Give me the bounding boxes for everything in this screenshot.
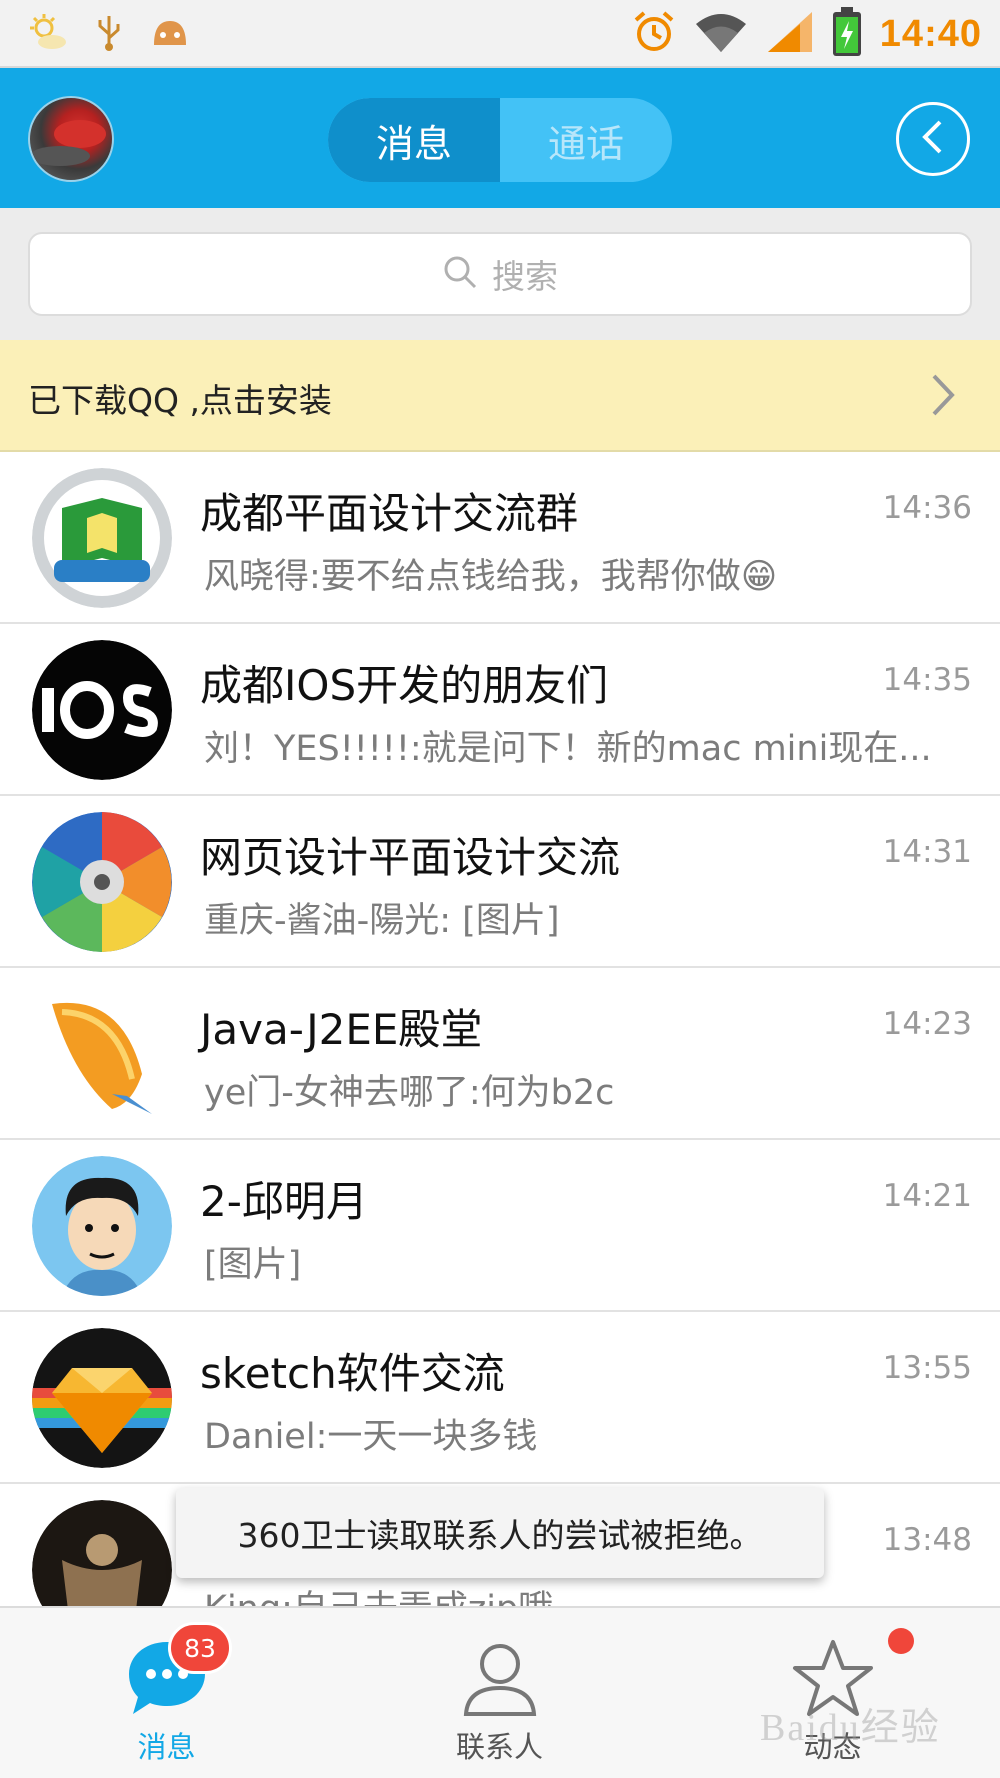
conversation-preview: 风晓得:要不给点钱给我，我帮你做😁: [204, 557, 778, 597]
install-qq-banner[interactable]: 已下载QQ ,点击安装: [0, 340, 1000, 452]
status-bar: 14:40: [0, 0, 1000, 68]
conversation-title: Java-J2EE殿堂: [200, 1005, 483, 1054]
chevron-right-icon: [928, 370, 958, 424]
nav-label: 消息: [137, 1730, 196, 1764]
wifi-icon: [694, 10, 748, 58]
conversation-title: sketch软件交流: [200, 1349, 505, 1398]
new-activity-dot: [888, 1628, 914, 1654]
group-avatar: [32, 640, 172, 780]
signal-icon: [766, 10, 814, 58]
unread-badge: 83: [168, 1622, 232, 1674]
search-area: 搜索: [0, 208, 1000, 340]
android-debug-icon: [150, 15, 190, 53]
conversation-title: 2-邱明月: [200, 1177, 368, 1226]
toast-message: 360卫士读取联系人的尝试被拒绝。: [176, 1488, 824, 1578]
watermark: Baidu经验: [760, 1707, 941, 1749]
conversation-title: 成都平面设计交流群: [200, 489, 579, 538]
conversation-preview: 刘！YES!!!!!:就是问下！新的mac mini现在...: [204, 729, 932, 769]
message-call-switch: 消息 通话: [328, 98, 672, 182]
conversation-row[interactable]: sketch软件交流 13:55 Daniel:一天一块多钱: [0, 1312, 1000, 1484]
conversation-time: 14:31: [882, 834, 972, 870]
battery-charging-icon: [832, 7, 862, 61]
conversation-preview: [图片]: [204, 1245, 302, 1285]
conversation-title: 网页设计平面设计交流: [200, 833, 621, 882]
banner-text: 已下载QQ ,点击安装: [28, 381, 332, 420]
person-icon: [458, 1638, 542, 1722]
group-avatar: [32, 812, 172, 952]
group-avatar: [32, 468, 172, 608]
group-avatar: [32, 984, 172, 1124]
clock-time: 14:40: [879, 12, 982, 55]
nav-contacts[interactable]: 联系人: [333, 1608, 666, 1778]
conversation-time: 13:48: [882, 1522, 972, 1558]
chevron-left-icon: [918, 119, 948, 159]
weather-icon: [28, 12, 68, 56]
search-placeholder: 搜索: [492, 257, 558, 296]
group-avatar: [32, 1328, 172, 1468]
conversation-row[interactable]: Java-J2EE殿堂 14:23 ye门-女神去哪了:何为b2c: [0, 968, 1000, 1140]
conversation-title: 成都IOS开发的朋友们: [200, 661, 609, 710]
conversation-preview: 重庆-酱油-陽光: [图片]: [204, 901, 560, 941]
usb-icon: [94, 12, 124, 56]
search-icon: [442, 254, 478, 294]
back-button[interactable]: [896, 102, 970, 176]
conversation-row[interactable]: 成都平面设计交流群 14:36 风晓得:要不给点钱给我，我帮你做😁: [0, 452, 1000, 624]
conversation-preview: Daniel:一天一块多钱: [204, 1417, 538, 1457]
nav-messages[interactable]: 83 消息: [0, 1608, 333, 1778]
tab-calls[interactable]: 通话: [500, 98, 672, 182]
tab-messages[interactable]: 消息: [328, 98, 500, 182]
top-header: 消息 通话: [0, 68, 1000, 208]
contact-avatar: [32, 1156, 172, 1296]
conversation-row[interactable]: 2-邱明月 14:21 [图片]: [0, 1140, 1000, 1312]
conversation-row[interactable]: 成都IOS开发的朋友们 14:35 刘！YES!!!!!:就是问下！新的mac …: [0, 624, 1000, 796]
bottom-nav: 83 消息 联系人 动态 Baidu经验: [0, 1606, 1000, 1778]
conversation-time: 14:23: [882, 1006, 972, 1042]
conversation-time: 14:35: [882, 662, 972, 698]
conversation-time: 13:55: [882, 1350, 972, 1386]
search-input[interactable]: 搜索: [28, 232, 972, 316]
conversation-time: 14:21: [882, 1178, 972, 1214]
alarm-icon: [632, 10, 676, 58]
conversation-row[interactable]: 网页设计平面设计交流 14:31 重庆-酱油-陽光: [图片]: [0, 796, 1000, 968]
conversation-time: 14:36: [882, 490, 972, 526]
conversation-preview: ye门-女神去哪了:何为b2c: [204, 1073, 615, 1113]
nav-label: 联系人: [455, 1730, 543, 1764]
nav-moments[interactable]: 动态: [666, 1608, 999, 1778]
my-avatar[interactable]: [28, 96, 114, 182]
